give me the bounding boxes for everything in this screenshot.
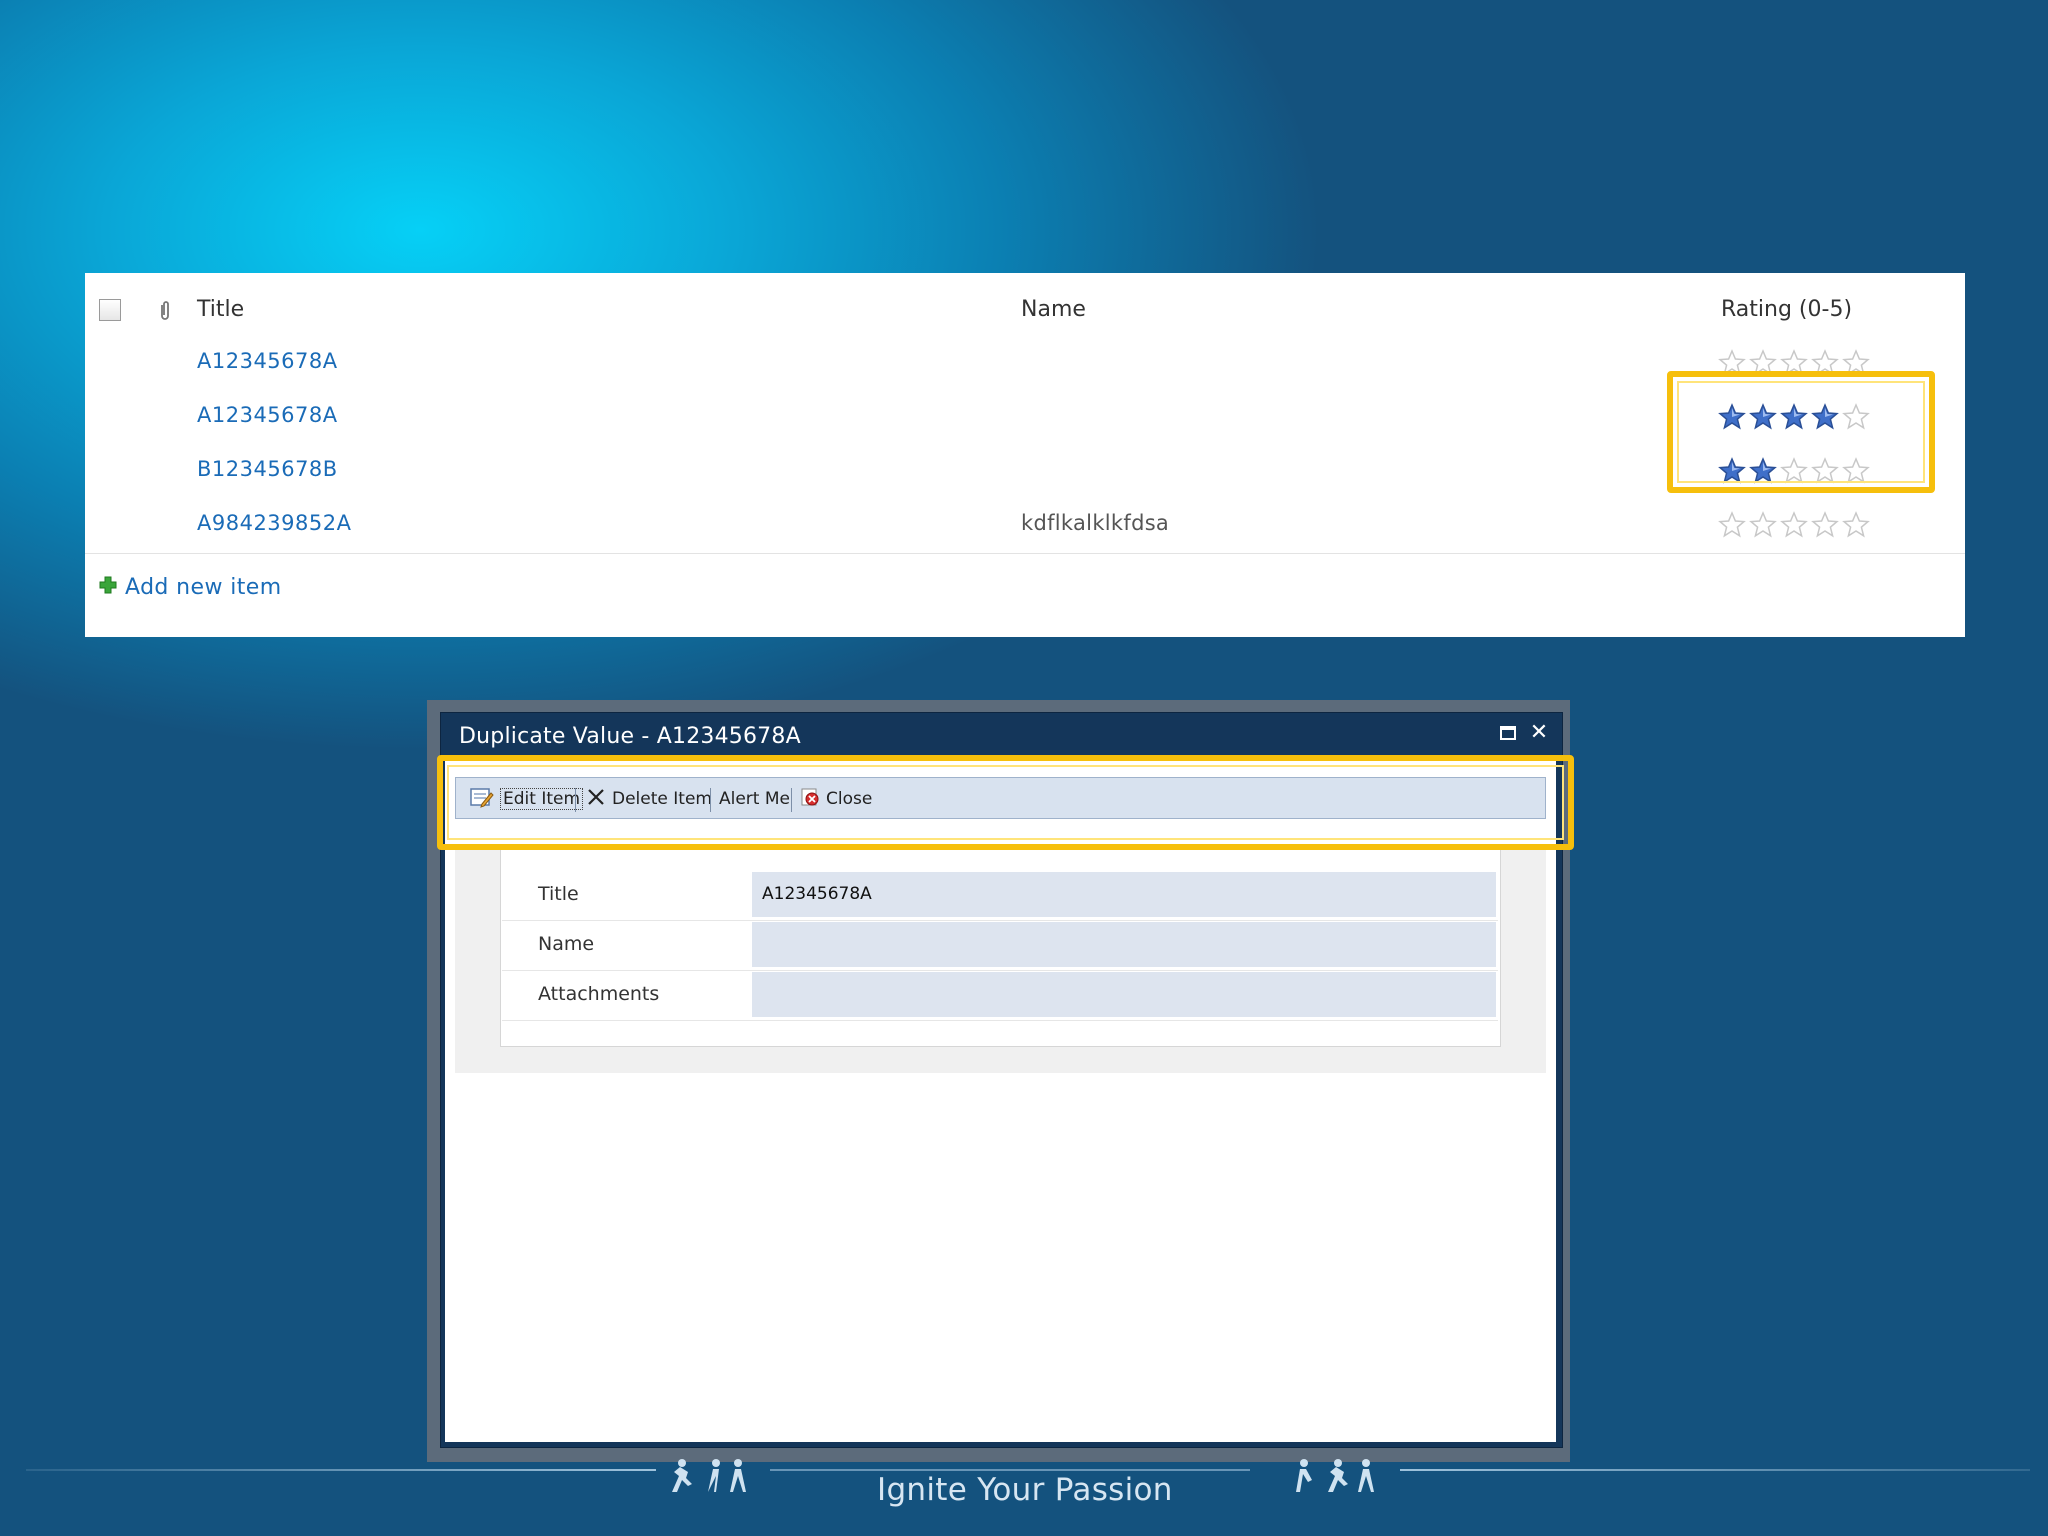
dialog-title: Duplicate Value - A12345678A: [459, 724, 801, 749]
item-title-link[interactable]: A12345678A: [197, 403, 338, 427]
footer-line-middle: [770, 1469, 1250, 1471]
field-value-box: [752, 972, 1496, 1017]
star-empty-icon[interactable]: [1718, 511, 1746, 539]
add-new-item-link[interactable]: Add new item: [99, 571, 282, 603]
star-empty-icon[interactable]: [1811, 511, 1839, 539]
star-empty-icon[interactable]: [1780, 511, 1808, 539]
plus-icon: [99, 576, 117, 598]
column-header-rating[interactable]: Rating (0-5): [1721, 297, 1852, 322]
footer-tagline: Ignite Your Passion: [877, 1472, 1173, 1508]
star-empty-icon[interactable]: [1842, 511, 1870, 539]
rating-stars[interactable]: [1718, 511, 1870, 541]
table-row: A984239852A kdflkalklkfdsa: [85, 499, 1965, 553]
maximize-icon[interactable]: [1498, 724, 1518, 742]
field-value: A12345678A: [762, 884, 872, 904]
star-empty-icon[interactable]: [1749, 511, 1777, 539]
select-all-checkbox[interactable]: [99, 299, 121, 321]
list-header-row: Title Name Rating (0-5): [85, 289, 1965, 325]
list-divider: [85, 553, 1965, 554]
runners-figures-icon: [664, 1458, 764, 1494]
item-name: kdflkalklkfdsa: [1021, 511, 1170, 535]
footer-line-right: [1400, 1469, 2030, 1471]
field-value-box: [752, 922, 1496, 967]
column-header-title[interactable]: Title: [197, 297, 244, 322]
item-title-link[interactable]: A12345678A: [197, 349, 338, 373]
field-label: Attachments: [538, 983, 660, 1005]
rating-highlight-box: [1667, 371, 1935, 493]
ribbon-highlight-box: [437, 755, 1574, 850]
form-row-title: Title A12345678A: [502, 870, 1498, 921]
field-label: Name: [538, 933, 595, 955]
paperclip-icon: [155, 299, 175, 323]
close-icon[interactable]: ✕: [1528, 722, 1550, 744]
field-label: Title: [538, 883, 579, 905]
field-value-box: A12345678A: [752, 872, 1496, 917]
runners-figures-icon: [1290, 1458, 1390, 1494]
form-row-attachments: Attachments: [502, 970, 1498, 1021]
footer-line-left: [26, 1469, 656, 1471]
item-title-link[interactable]: B12345678B: [197, 457, 338, 481]
column-header-name[interactable]: Name: [1021, 297, 1086, 322]
item-title-link[interactable]: A984239852A: [197, 511, 351, 535]
form-row-name: Name: [502, 920, 1498, 971]
add-new-item-label: Add new item: [125, 574, 282, 600]
